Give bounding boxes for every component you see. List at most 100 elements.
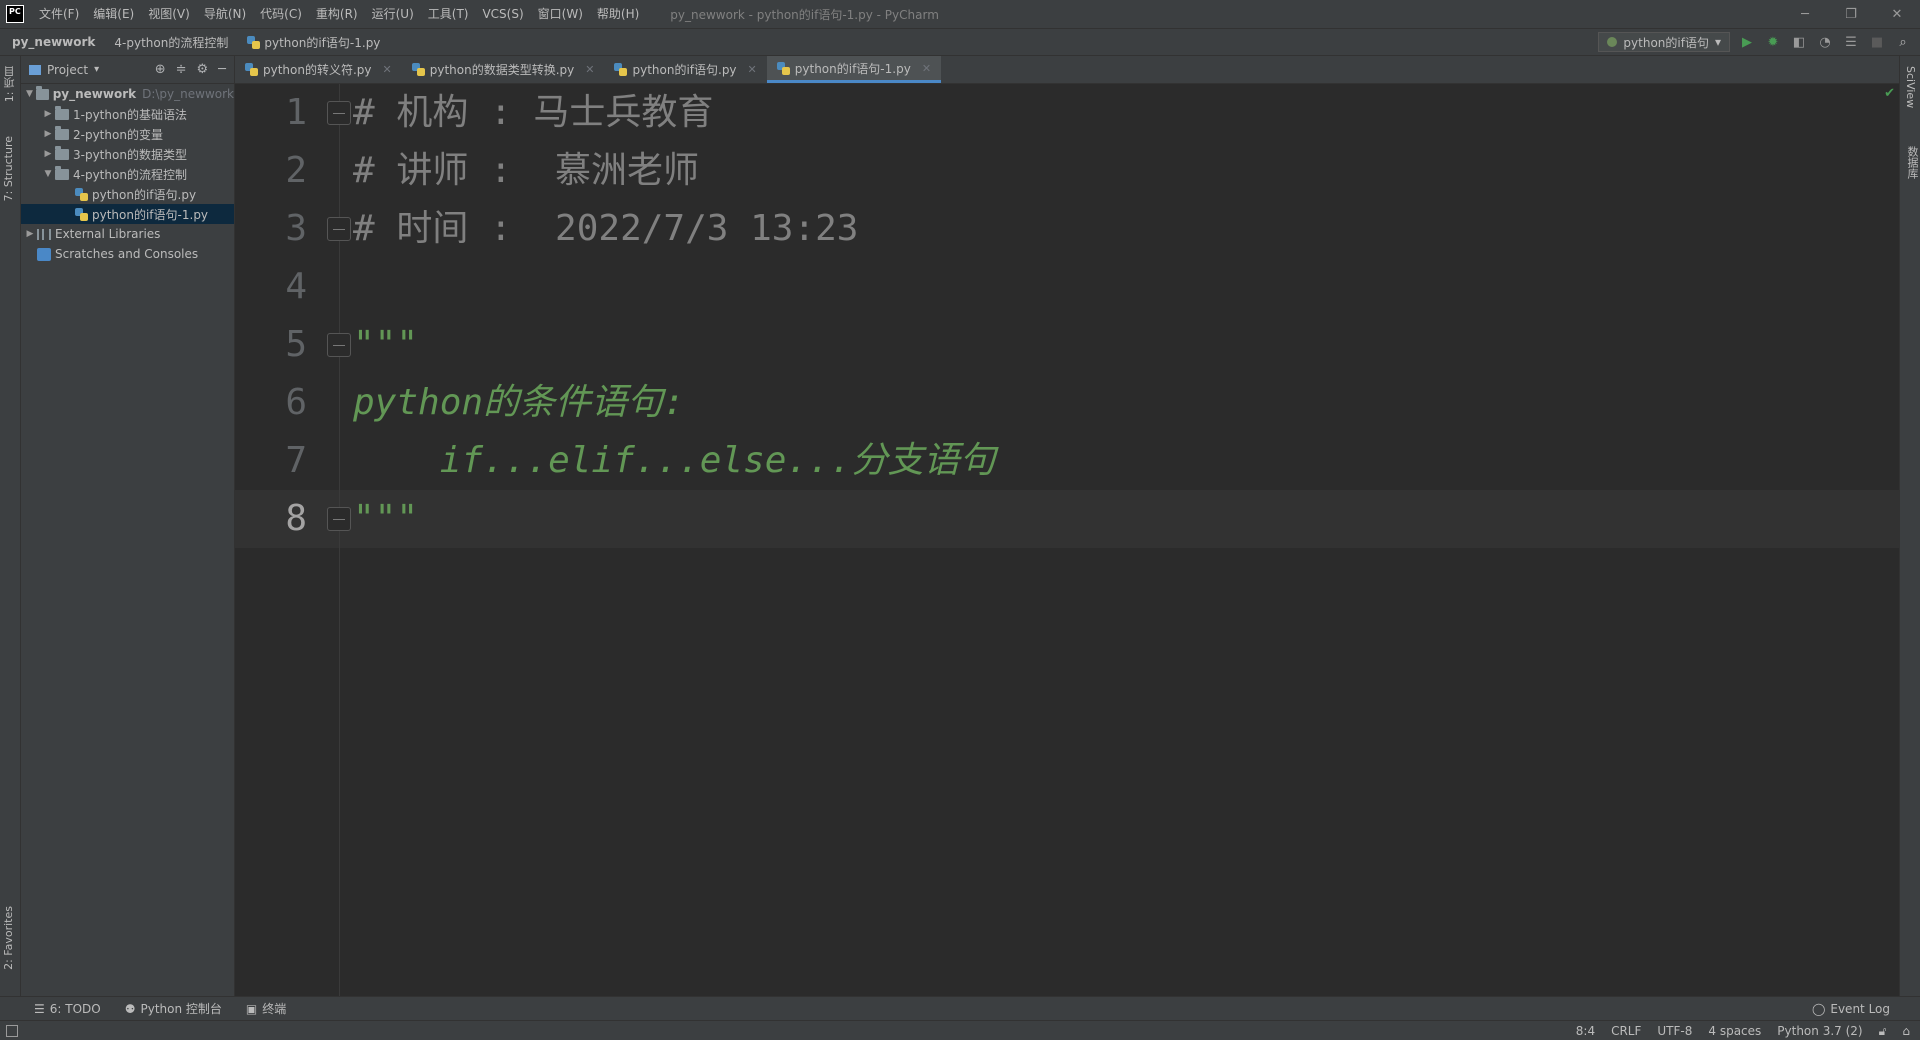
python-console-tool-button[interactable]: ⚉ Python 控制台	[113, 1000, 234, 1017]
menu-code[interactable]: 代码(C)	[253, 0, 309, 28]
menu-window[interactable]: 窗口(W)	[531, 0, 590, 28]
tree-item-label: python的if语句-1.py	[92, 207, 209, 222]
close-tab-icon[interactable]: ✕	[922, 62, 931, 75]
tree-item-label: Scratches and Consoles	[55, 247, 199, 261]
toggle-tool-windows-icon[interactable]	[6, 1024, 18, 1037]
coverage-icon[interactable]: ◧	[1790, 33, 1808, 51]
build-icon[interactable]: ☰	[1842, 33, 1860, 51]
code-editor[interactable]: 1 2 3 4 5 6 7 8 # 机构 : 马士兵教育 # 讲师 : 慕洲老师…	[235, 84, 1899, 996]
tree-item-folder[interactable]: ▶ 2-python的变量	[21, 124, 234, 144]
caret-position[interactable]: 8:4	[1576, 1024, 1595, 1038]
tree-item-scratches[interactable]: Scratches and Consoles	[21, 244, 234, 264]
favorites-tool-tab[interactable]: 2: Favorites	[2, 906, 15, 970]
close-window-icon[interactable]: ✕	[1874, 0, 1920, 28]
breadcrumb-file-label: python的if语句-1.py	[264, 35, 381, 50]
breadcrumb-file[interactable]: python的if语句-1.py	[235, 34, 387, 51]
editor-tab[interactable]: python的数据类型转换.py ✕	[402, 56, 605, 83]
tree-item-file[interactable]: python的if语句.py	[21, 184, 234, 204]
chevron-right-icon[interactable]: ▶	[41, 109, 55, 119]
lock-icon[interactable]: 🔓︎	[1879, 1024, 1887, 1039]
restore-icon[interactable]: ❐	[1828, 0, 1874, 28]
search-icon[interactable]: ⌕	[1894, 33, 1912, 51]
terminal-tool-button[interactable]: ▣ 终端	[234, 1000, 298, 1017]
line-separator[interactable]: CRLF	[1611, 1024, 1641, 1038]
editor-tab-bar: python的转义符.py ✕ python的数据类型转换.py ✕ pytho…	[235, 56, 1899, 84]
locate-icon[interactable]: ⊕	[155, 62, 166, 77]
todo-label: 6: TODO	[49, 1001, 101, 1016]
menu-tools[interactable]: 工具(T)	[421, 0, 476, 28]
chevron-down-icon[interactable]: ▼	[23, 89, 36, 99]
chevron-down-icon[interactable]: ▾	[94, 64, 99, 75]
menu-refactor[interactable]: 重构(R)	[309, 0, 365, 28]
close-tab-icon[interactable]: ✕	[383, 63, 392, 76]
menu-edit[interactable]: 编辑(E)	[86, 0, 141, 28]
tree-item-path: D:\py_newwork	[142, 87, 234, 101]
project-view-select[interactable]: Project	[47, 63, 88, 77]
file-encoding[interactable]: UTF-8	[1657, 1024, 1692, 1038]
tree-item-folder[interactable]: ▶ 3-python的数据类型	[21, 144, 234, 164]
close-tab-icon[interactable]: ✕	[585, 63, 594, 76]
tree-item-project-root[interactable]: ▼ py_newwork D:\py_newwork	[21, 84, 234, 104]
collapse-all-icon[interactable]: ≑	[176, 62, 187, 77]
line-number-current: 8	[285, 498, 307, 539]
gear-icon[interactable]: ⚙	[197, 62, 209, 77]
editor-tab-label: python的if语句-1.py	[794, 61, 911, 76]
editor-tab-label: python的if语句.py	[632, 63, 737, 77]
python-file-icon	[247, 35, 261, 49]
chevron-right-icon[interactable]: ▶	[41, 129, 55, 139]
editor-tab[interactable]: python的转义符.py ✕	[235, 56, 402, 83]
chevron-right-icon[interactable]: ▶	[41, 149, 55, 159]
run-configuration-label: python的if语句	[1623, 35, 1709, 50]
event-log-button[interactable]: ◯ Event Log	[1812, 997, 1890, 1021]
close-tab-icon[interactable]: ✕	[748, 63, 757, 76]
fold-marker-icon[interactable]	[327, 507, 351, 531]
editor-tab-active[interactable]: python的if语句-1.py ✕	[766, 56, 942, 83]
structure-tool-tab[interactable]: 7: Structure	[2, 136, 15, 201]
menu-file[interactable]: 文件(F)	[32, 0, 86, 28]
run-icon[interactable]: ▶	[1738, 33, 1756, 51]
python-config-icon	[1607, 37, 1618, 47]
python-console-label: Python 控制台	[140, 1002, 222, 1016]
menu-vcs[interactable]: VCS(S)	[475, 0, 530, 28]
debug-icon[interactable]: ✹	[1764, 33, 1782, 51]
project-panel: Project ▾ ⊕ ≑ ⚙ ─ ▼ py_newwork D:\py_new…	[21, 56, 235, 996]
tree-item-folder[interactable]: ▶ 1-python的基础语法	[21, 104, 234, 124]
tree-item-label: External Libraries	[55, 227, 161, 241]
toolbar-right: python的if语句 ▾ ▶ ✹ ◧ ◔ ☰ ■ ⌕	[1598, 29, 1912, 55]
breadcrumb-folder[interactable]: 4-python的流程控制	[102, 34, 235, 51]
python-file-icon	[776, 61, 790, 75]
run-configuration-select[interactable]: python的if语句 ▾	[1598, 32, 1730, 52]
chevron-down-icon[interactable]: ▼	[41, 169, 55, 179]
fold-marker-icon[interactable]	[327, 101, 351, 125]
breadcrumb-project[interactable]: py_newwork	[0, 35, 102, 49]
fold-marker-icon[interactable]	[327, 217, 351, 241]
project-tool-tab[interactable]: 1: 项目	[2, 66, 18, 102]
menu-view[interactable]: 视图(V)	[141, 0, 197, 28]
stop-icon[interactable]: ■	[1868, 33, 1886, 51]
database-tool-tab[interactable]: 数据库	[1904, 146, 1920, 179]
menu-navigate[interactable]: 导航(N)	[197, 0, 253, 28]
python-file-icon	[75, 207, 88, 221]
minimize-icon[interactable]: ─	[1782, 0, 1828, 28]
tree-item-file-selected[interactable]: python的if语句-1.py	[21, 204, 234, 224]
notifications-icon[interactable]: ⌂	[1902, 1024, 1910, 1038]
fold-marker-icon[interactable]	[327, 333, 351, 357]
tree-item-external-libraries[interactable]: ▶ External Libraries	[21, 224, 234, 244]
tree-item-folder[interactable]: ▼ 4-python的流程控制	[21, 164, 234, 184]
menu-help[interactable]: 帮助(H)	[590, 0, 646, 28]
line-number: 2	[285, 150, 307, 191]
sciview-tool-tab[interactable]: SciView	[1904, 66, 1917, 108]
profile-icon[interactable]: ◔	[1816, 33, 1834, 51]
python-file-icon	[75, 187, 88, 201]
line-number: 3	[285, 208, 307, 249]
menu-run[interactable]: 运行(U)	[365, 0, 421, 28]
current-line-highlight	[235, 490, 1899, 548]
python-interpreter[interactable]: Python 3.7 (2)	[1777, 1024, 1862, 1038]
indent-setting[interactable]: 4 spaces	[1708, 1024, 1761, 1038]
todo-tool-button[interactable]: ☰ 6: TODO	[22, 1002, 113, 1016]
editor-tab[interactable]: python的if语句.py ✕	[604, 56, 766, 83]
code-line: if...elif...else...分支语句	[353, 440, 996, 481]
inspection-ok-icon[interactable]: ✔	[1884, 86, 1895, 101]
hide-panel-icon[interactable]: ─	[218, 62, 226, 77]
chevron-right-icon[interactable]: ▶	[23, 229, 37, 239]
